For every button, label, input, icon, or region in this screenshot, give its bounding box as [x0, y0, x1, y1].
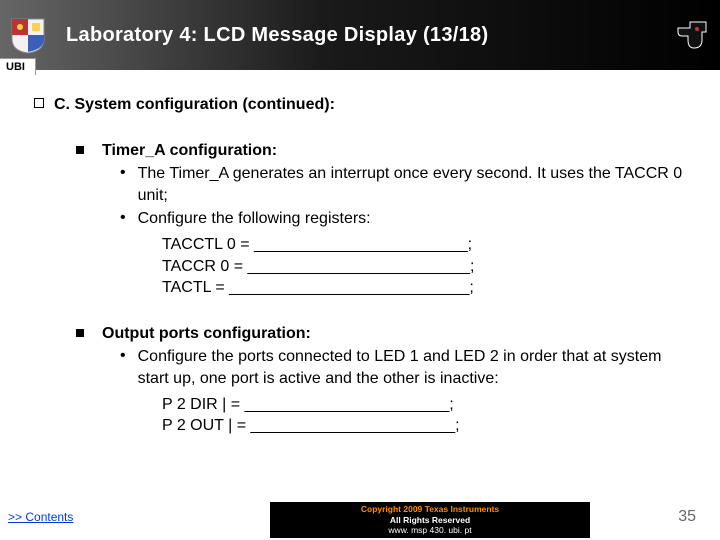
ubi-crest-icon	[8, 15, 48, 55]
square-bullet-icon	[76, 146, 84, 154]
slide-body: C. System configuration (continued): Tim…	[0, 70, 720, 437]
ubi-tab: UBI	[0, 58, 36, 75]
timer-block-title: Timer_A configuration:	[102, 140, 692, 162]
output-block: Output ports configuration: • Configure …	[76, 323, 692, 437]
ti-logo-icon	[676, 18, 710, 52]
slide-footer: >> Contents Copyright 2009 Texas Instrum…	[0, 504, 720, 540]
timer-block: Timer_A configuration: • The Timer_A gen…	[76, 140, 692, 299]
timer-bullet-2: • Configure the following registers:	[120, 208, 692, 230]
timer-bullet-1-text: The Timer_A generates an interrupt once …	[138, 163, 692, 206]
slide-header: Laboratory 4: LCD Message Display (13/18…	[0, 0, 720, 70]
page-number: 35	[678, 508, 696, 526]
copyright-line-3: www. msp 430. ubi. pt	[274, 525, 586, 535]
output-register-lines: P 2 DIR | = _______________________; P 2…	[162, 394, 692, 437]
slide-title: Laboratory 4: LCD Message Display (13/18…	[66, 24, 488, 47]
slide: Laboratory 4: LCD Message Display (13/18…	[0, 0, 720, 540]
copyright-box: Copyright 2009 Texas Instruments All Rig…	[270, 502, 590, 538]
square-outline-bullet-icon	[34, 98, 44, 108]
output-bullet-1-text: Configure the ports connected to LED 1 a…	[138, 346, 692, 389]
square-bullet-icon	[76, 329, 84, 337]
dot-bullet-icon: •	[120, 163, 126, 184]
output-bullet-1: • Configure the ports connected to LED 1…	[120, 346, 692, 389]
timer-reg-line-3: TACTL = ___________________________;	[162, 277, 692, 299]
copyright-line-2: All Rights Reserved	[274, 515, 586, 525]
timer-block-content: Timer_A configuration: • The Timer_A gen…	[102, 140, 692, 299]
output-block-content: Output ports configuration: • Configure …	[102, 323, 692, 437]
output-block-title: Output ports configuration:	[102, 323, 692, 345]
section-heading: C. System configuration (continued):	[54, 94, 335, 116]
dot-bullet-icon: •	[120, 346, 126, 367]
copyright-line-1: Copyright 2009 Texas Instruments	[274, 504, 586, 514]
output-reg-line-1: P 2 DIR | = _______________________;	[162, 394, 692, 416]
section-heading-row: C. System configuration (continued):	[34, 94, 692, 116]
timer-register-lines: TACCTL 0 = ________________________; TAC…	[162, 234, 692, 299]
timer-bullet-1: • The Timer_A generates an interrupt onc…	[120, 163, 692, 206]
output-reg-line-2: P 2 OUT | = _______________________;	[162, 415, 692, 437]
timer-reg-line-2: TACCR 0 = _________________________;	[162, 256, 692, 278]
timer-reg-line-1: TACCTL 0 = ________________________;	[162, 234, 692, 256]
dot-bullet-icon: •	[120, 208, 126, 229]
contents-link[interactable]: >> Contents	[8, 510, 73, 524]
timer-bullet-2-text: Configure the following registers:	[138, 208, 692, 230]
